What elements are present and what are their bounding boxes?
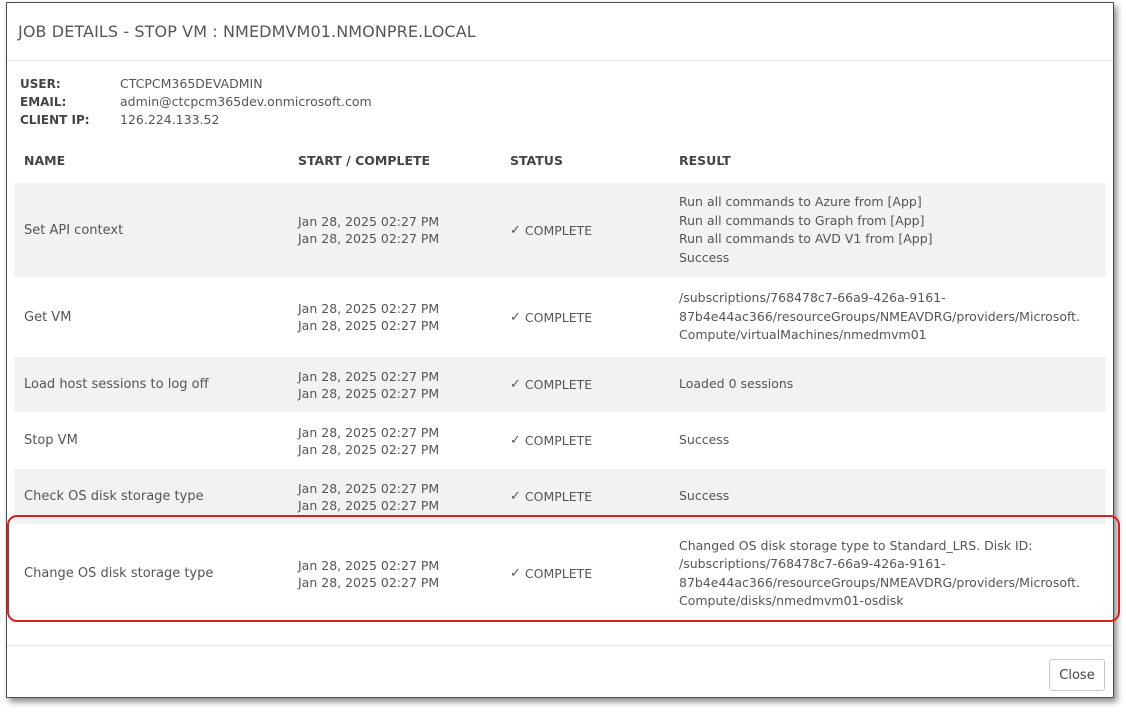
step-result: /subscriptions/768478c7-66a9-426a-9161- … [679, 278, 1104, 356]
result-line: Success [679, 249, 730, 265]
job-meta: USER: CTCPCM365DEVADMIN EMAIL: admin@ctc… [20, 75, 372, 129]
result-line: /subscriptions/768478c7-66a9-426a-9161- [679, 290, 946, 306]
email-label: EMAIL: [20, 95, 67, 109]
status-text: COMPLETE [524, 433, 593, 448]
step-complete: Jan 28, 2025 02:27 PM [298, 497, 440, 513]
step-complete: Jan 28, 2025 02:27 PM [298, 318, 440, 333]
user-label: USER: [20, 77, 61, 91]
step-status: ✓ COMPLETE [510, 183, 670, 277]
status-text: COMPLETE [524, 566, 593, 581]
result-line: Run all commands to Azure from [App] [679, 194, 922, 209]
step-result: Run all commands to Azure from [App] Run… [679, 183, 1104, 277]
status-text: COMPLETE [524, 222, 593, 238]
user-value: CTCPCM365DEVADMIN [120, 76, 263, 91]
step-start: Jan 28, 2025 02:27 PM [298, 368, 440, 384]
column-header-time: START / COMPLETE [298, 153, 431, 168]
step-name: Check OS disk storage type [24, 489, 204, 504]
column-header-result: RESULT [679, 153, 731, 168]
result-line: Compute/disks/nmedmvm01-osdisk [679, 593, 904, 608]
step-status: ✓ COMPLETE [510, 525, 670, 622]
table-header: NAME START / COMPLETE STATUS RESULT [24, 153, 1113, 173]
step-times: Jan 28, 2025 02:27 PM Jan 28, 2025 02:27… [298, 183, 498, 277]
check-icon: ✓ [510, 222, 521, 238]
step-times: Jan 28, 2025 02:27 PM Jan 28, 2025 02:27… [298, 469, 498, 524]
step-status: ✓ COMPLETE [510, 413, 670, 468]
step-times: Jan 28, 2025 02:27 PM Jan 28, 2025 02:27… [298, 413, 498, 468]
step-start: Jan 28, 2025 02:27 PM [298, 480, 440, 496]
meta-email: EMAIL: admin@ctcpcm365dev.onmicrosoft.co… [20, 93, 372, 111]
step-times: Jan 28, 2025 02:27 PM Jan 28, 2025 02:27… [298, 525, 498, 622]
table-row: Set API context Jan 28, 2025 02:27 PM Ja… [14, 183, 1106, 278]
step-start: Jan 28, 2025 02:27 PM [298, 214, 440, 229]
step-complete: Jan 28, 2025 02:27 PM [298, 231, 440, 246]
step-name: Load host sessions to log off [24, 377, 209, 392]
step-status: ✓ COMPLETE [510, 469, 670, 524]
client-ip-label: CLIENT IP: [20, 113, 90, 127]
step-name: Change OS disk storage type [24, 566, 214, 581]
step-result: Success [679, 469, 1104, 524]
dialog-title: JOB DETAILS - STOP VM : NMEDMVM01.NMONPR… [18, 22, 476, 41]
step-status: ✓ COMPLETE [510, 278, 670, 356]
step-start: Jan 28, 2025 02:27 PM [298, 557, 440, 573]
step-result: Loaded 0 sessions [679, 357, 1104, 412]
job-steps-table: Set API context Jan 28, 2025 02:27 PM Ja… [14, 183, 1106, 623]
dialog-header: JOB DETAILS - STOP VM : NMEDMVM01.NMONPR… [7, 3, 1113, 61]
close-button[interactable]: Close [1049, 659, 1105, 691]
result-line: Success [679, 432, 730, 448]
step-complete: Jan 28, 2025 02:27 PM [298, 574, 440, 590]
meta-client-ip: CLIENT IP: 126.224.133.52 [20, 111, 372, 129]
result-line: /subscriptions/768478c7-66a9-426a-9161- [679, 556, 946, 571]
meta-user: USER: CTCPCM365DEVADMIN [20, 75, 372, 93]
result-line: Success [679, 488, 730, 504]
step-times: Jan 28, 2025 02:27 PM Jan 28, 2025 02:27… [298, 357, 498, 412]
column-header-name: NAME [24, 153, 66, 168]
step-name: Set API context [24, 222, 124, 238]
result-line: Loaded 0 sessions [679, 376, 794, 392]
step-result: Changed OS disk storage type to Standard… [679, 525, 1104, 622]
step-result: Success [679, 413, 1104, 468]
step-start: Jan 28, 2025 02:27 PM [298, 424, 440, 440]
email-value: admin@ctcpcm365dev.onmicrosoft.com [120, 94, 372, 109]
job-details-dialog: JOB DETAILS - STOP VM : NMEDMVM01.NMONPR… [6, 2, 1120, 698]
table-row: Check OS disk storage type Jan 28, 2025 … [14, 469, 1106, 525]
check-icon: ✓ [510, 309, 521, 325]
table-row: Stop VM Jan 28, 2025 02:27 PM Jan 28, 20… [14, 413, 1106, 469]
step-times: Jan 28, 2025 02:27 PM Jan 28, 2025 02:27… [298, 278, 498, 356]
result-line: 87b4e44ac366/resourceGroups/NMEAVDRG/pro… [679, 574, 1081, 590]
table-row: Load host sessions to log off Jan 28, 20… [14, 357, 1106, 413]
step-complete: Jan 28, 2025 02:27 PM [298, 385, 440, 401]
footer-divider [7, 645, 1113, 646]
result-line: Changed OS disk storage type to Standard… [679, 537, 1033, 553]
result-line: Run all commands to Graph from [App] [679, 212, 925, 228]
column-header-status: STATUS [510, 153, 563, 168]
check-icon: ✓ [510, 566, 521, 581]
table-row: Change OS disk storage type Jan 28, 2025… [14, 525, 1106, 623]
step-name: Get VM [24, 309, 72, 325]
result-line: 87b4e44ac366/resourceGroups/NMEAVDRG/pro… [679, 308, 1081, 324]
check-icon: ✓ [510, 433, 521, 448]
status-text: COMPLETE [524, 309, 593, 325]
status-text: COMPLETE [524, 377, 593, 392]
step-name: Stop VM [24, 433, 78, 448]
result-line: Run all commands to AVD V1 from [App] [679, 231, 933, 246]
step-start: Jan 28, 2025 02:27 PM [298, 301, 440, 316]
step-complete: Jan 28, 2025 02:27 PM [298, 441, 440, 457]
step-status: ✓ COMPLETE [510, 357, 670, 412]
table-row: Get VM Jan 28, 2025 02:27 PM Jan 28, 202… [14, 278, 1106, 357]
check-icon: ✓ [510, 489, 521, 504]
check-icon: ✓ [510, 377, 521, 392]
result-line: Compute/virtualMachines/nmedmvm01 [679, 327, 927, 343]
status-text: COMPLETE [524, 489, 593, 504]
client-ip-value: 126.224.133.52 [120, 112, 220, 127]
